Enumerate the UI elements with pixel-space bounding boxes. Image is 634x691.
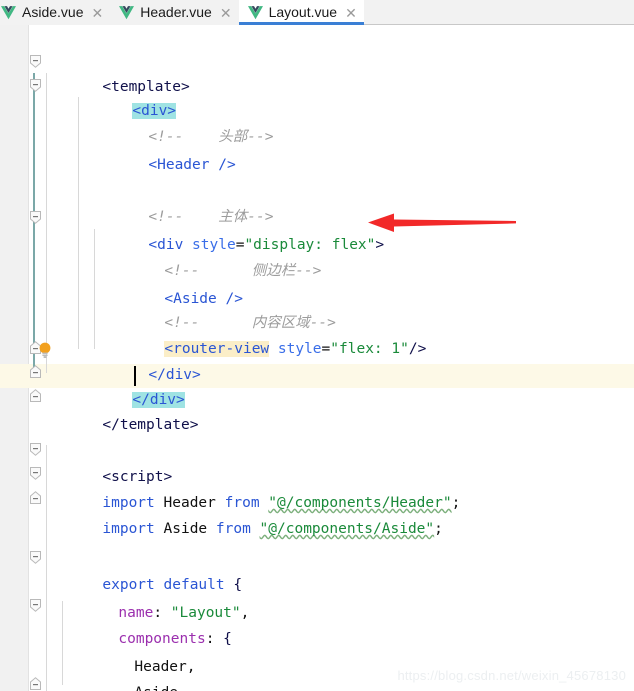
code-line: <script> [50,441,172,485]
token-attribute: style [269,341,322,357]
watermark-text: https://blog.csdn.net/weixin_45678130 [397,668,626,683]
code-line: <div> [80,75,177,119]
tab-close-icon[interactable]: ✕ [218,6,232,20]
text-caret [134,366,136,386]
tab-close-icon[interactable]: ✕ [89,6,103,20]
token-module-path: "@/components/Aside" [259,521,435,537]
token: /> [408,341,427,357]
token: , [240,605,250,621]
vue-logo-icon [1,5,16,19]
token: Aside [154,521,216,537]
code-line: <!-- 头部--> [96,101,273,145]
code-line: <Aside /> [112,263,243,307]
code-line: Header, [82,631,195,675]
editor-tab-bar: Aside.vue ✕ Header.vue ✕ Layout.vue ✕ [0,0,634,25]
token-keyword: from [215,521,251,537]
token: <Header /> [148,157,236,173]
code-line: </div> [80,364,185,408]
tab-aside-vue[interactable]: Aside.vue ✕ [0,0,111,25]
code-line: Aside [82,657,178,691]
vue-logo-icon [247,5,263,19]
token: ; [434,521,443,537]
code-line: <!-- 侧边栏--> [112,235,321,279]
code-line: components: { [66,603,232,647]
token: ; [451,495,461,511]
code-line: import Header from "@/components/Header"… [50,467,460,511]
code-text[interactable]: <template> <div> <!-- 头部--> <Header /> <… [0,25,634,691]
code-line: } [66,683,127,691]
tab-close-icon[interactable]: ✕ [343,6,357,20]
tab-layout-vue[interactable]: Layout.vue ✕ [238,0,365,25]
token: > [375,237,385,253]
vue-logo-icon [119,5,135,19]
code-line: export default { [50,549,242,593]
tab-label: Aside.vue [22,4,84,20]
token: Aside [134,685,178,691]
code-line: </div> [96,339,200,383]
code-line: <Header /> [96,129,235,173]
code-line: <template> [50,51,189,95]
code-line: <router-view style="flex: 1"/> [112,313,426,357]
token-keyword: import [102,521,155,537]
token-string: "flex: 1" [330,341,409,357]
tab-header-vue[interactable]: Header.vue ✕ [110,0,239,25]
code-line: </template> [50,389,198,433]
code-line: import Aside from "@/components/Aside"; [50,493,443,537]
token: </template> [102,417,199,433]
code-line: <div style="display: flex"> [96,209,384,253]
code-line: name: "Layout", [66,577,249,621]
token: { [214,631,232,647]
code-editor-area[interactable]: <template> <div> <!-- 头部--> <Header /> <… [0,25,634,691]
tab-label: Layout.vue [268,4,338,20]
code-line: <!-- 内容区域--> [112,287,336,331]
tab-label: Header.vue [140,4,212,20]
code-line: <!-- 主体--> [96,181,273,225]
token: = [321,341,331,357]
